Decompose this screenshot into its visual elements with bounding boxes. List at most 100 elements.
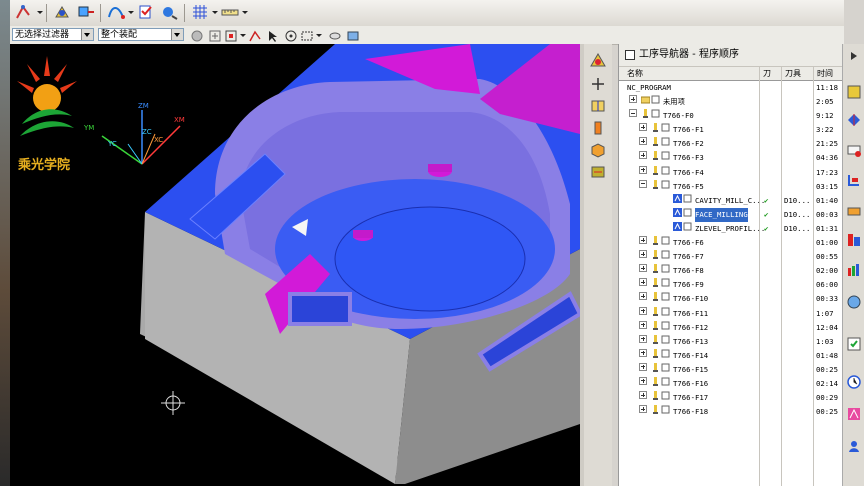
- measure-icon[interactable]: [220, 3, 240, 21]
- operation-navigator-icon[interactable]: [846, 172, 862, 188]
- transform-icon[interactable]: [76, 3, 96, 21]
- sketch-icon[interactable]: [14, 3, 34, 21]
- history-icon[interactable]: [846, 336, 862, 352]
- expand-icon[interactable]: [639, 320, 647, 329]
- axis-label-xc: XC: [154, 136, 164, 144]
- pin-checkbox-icon[interactable]: [625, 50, 635, 60]
- analysis-icon[interactable]: [846, 406, 862, 422]
- operation-row[interactable]: T766-F0 9:12: [619, 109, 843, 123]
- operation-row[interactable]: 未用项 2:05: [619, 95, 843, 109]
- rectangle-select-icon[interactable]: [300, 28, 314, 42]
- operation-row[interactable]: T766-F9 06:00: [619, 278, 843, 292]
- machine-tool-icon[interactable]: [589, 98, 607, 114]
- dropdown-arrow-icon[interactable]: [37, 11, 43, 14]
- expand-icon[interactable]: [639, 391, 647, 400]
- operation-row[interactable]: ZLEVEL_PROFIL... ✔ D10... 01:31: [619, 221, 843, 236]
- operation-row[interactable]: T766-F6 01:00: [619, 236, 843, 250]
- expand-arrow-icon[interactable]: [846, 48, 862, 64]
- operation-row[interactable]: FACE_MILLING ✔ D10... 00:03: [619, 207, 843, 222]
- dropdown-arrow-icon[interactable]: [242, 11, 248, 14]
- expand-icon[interactable]: [639, 137, 647, 146]
- operation-row[interactable]: T766-F13 1:03: [619, 334, 843, 349]
- column-tool[interactable]: 刀具: [785, 67, 801, 80]
- collapse-icon[interactable]: [639, 179, 647, 188]
- snap-point-icon[interactable]: [224, 28, 238, 42]
- reuse-library-icon[interactable]: [846, 232, 862, 248]
- operation-row[interactable]: T766-F7 00:55: [619, 250, 843, 264]
- add-icon[interactable]: [589, 76, 607, 92]
- selection-filter-select[interactable]: 无选择过滤器: [12, 28, 94, 41]
- operation-row[interactable]: T766-F3 04:36: [619, 151, 843, 165]
- create-program-icon[interactable]: [589, 52, 607, 68]
- expand-icon[interactable]: [639, 123, 647, 132]
- dropdown-arrow-icon[interactable]: [240, 34, 246, 37]
- operation-row[interactable]: T766-F14 01:48: [619, 348, 843, 363]
- operation-name: T766-F2: [673, 139, 704, 149]
- view-icon[interactable]: [328, 28, 342, 42]
- dropdown-arrow-icon[interactable]: [128, 11, 134, 14]
- operation-row[interactable]: T766-F10 00:33: [619, 292, 843, 306]
- assembly-navigator-icon[interactable]: [846, 84, 862, 100]
- expand-icon[interactable]: [639, 376, 647, 385]
- expand-icon[interactable]: [639, 264, 647, 273]
- collapse-icon[interactable]: [629, 109, 637, 118]
- web-browser-icon[interactable]: [846, 294, 862, 310]
- column-time[interactable]: 时间: [817, 67, 833, 80]
- dropdown-arrow-icon[interactable]: [212, 11, 218, 14]
- expand-icon[interactable]: [629, 95, 637, 104]
- operation-row[interactable]: T766-F12 12:04: [619, 320, 843, 335]
- operation-row[interactable]: T766-F5 03:15: [619, 179, 843, 194]
- operation-icon: [673, 221, 682, 231]
- create-tool-icon[interactable]: [589, 120, 607, 136]
- operation-row[interactable]: T766-F11 1:07: [619, 306, 843, 321]
- expand-icon[interactable]: [639, 334, 647, 343]
- create-method-icon[interactable]: [589, 164, 607, 180]
- chevron-down-icon[interactable]: [171, 29, 183, 40]
- machine-navigator-icon[interactable]: [846, 202, 862, 218]
- assembly-scope-select[interactable]: 整个装配: [98, 28, 184, 41]
- dropdown-arrow-icon[interactable]: [316, 34, 322, 37]
- expand-icon[interactable]: [639, 278, 647, 287]
- grid-icon[interactable]: [190, 3, 210, 21]
- expand-icon[interactable]: [639, 165, 647, 174]
- expand-icon[interactable]: [639, 151, 647, 160]
- expand-icon[interactable]: [639, 405, 647, 414]
- operation-row[interactable]: T766-F4 17:23: [619, 165, 843, 180]
- operation-row[interactable]: T766-F18 00:25: [619, 405, 843, 419]
- snap-center-icon[interactable]: [284, 28, 298, 42]
- post-process-icon[interactable]: [160, 3, 180, 21]
- operation-row[interactable]: T766-F8 02:00: [619, 264, 843, 278]
- part-navigator-icon[interactable]: [846, 142, 862, 158]
- operation-row[interactable]: NC_PROGRAM 11:18: [619, 81, 843, 95]
- generate-toolpath-icon[interactable]: [106, 3, 126, 21]
- roles-icon[interactable]: [846, 438, 862, 454]
- verify-toolpath-icon[interactable]: [136, 3, 156, 21]
- column-toolpath[interactable]: 刀: [763, 67, 771, 80]
- operation-row[interactable]: T766-F17 00:29: [619, 391, 843, 405]
- expand-icon[interactable]: [639, 348, 647, 357]
- curve-rule-icon[interactable]: [248, 28, 262, 42]
- chevron-down-icon[interactable]: [81, 29, 93, 40]
- csys-icon[interactable]: [52, 3, 72, 21]
- pointer-icon[interactable]: [266, 28, 280, 42]
- expand-icon[interactable]: [639, 292, 647, 301]
- clock-icon[interactable]: [846, 374, 862, 390]
- graphics-viewport[interactable]: 乘光学院 ZM YM XM ZC YC XC: [10, 44, 580, 486]
- expand-icon[interactable]: [639, 362, 647, 371]
- operation-row[interactable]: T766-F2 21:25: [619, 137, 843, 151]
- expand-icon[interactable]: [639, 306, 647, 315]
- operation-row[interactable]: T766-F16 02:14: [619, 376, 843, 391]
- filter-icon[interactable]: [190, 28, 204, 42]
- expand-icon[interactable]: [639, 236, 647, 245]
- create-geometry-icon[interactable]: [589, 142, 607, 158]
- axis-label-zc: ZC: [142, 128, 152, 136]
- expand-icon[interactable]: [639, 250, 647, 259]
- operation-row[interactable]: CAVITY_MILL_C... ✔ D10... 01:40: [619, 193, 843, 208]
- operation-row[interactable]: T766-F1 3:22: [619, 123, 843, 137]
- layer-icon[interactable]: [346, 28, 360, 42]
- palette-icon[interactable]: [846, 262, 862, 278]
- select-all-icon[interactable]: [208, 28, 222, 42]
- constraint-navigator-icon[interactable]: [846, 112, 862, 128]
- column-name[interactable]: 名称: [627, 67, 643, 80]
- operation-row[interactable]: T766-F15 00:25: [619, 362, 843, 377]
